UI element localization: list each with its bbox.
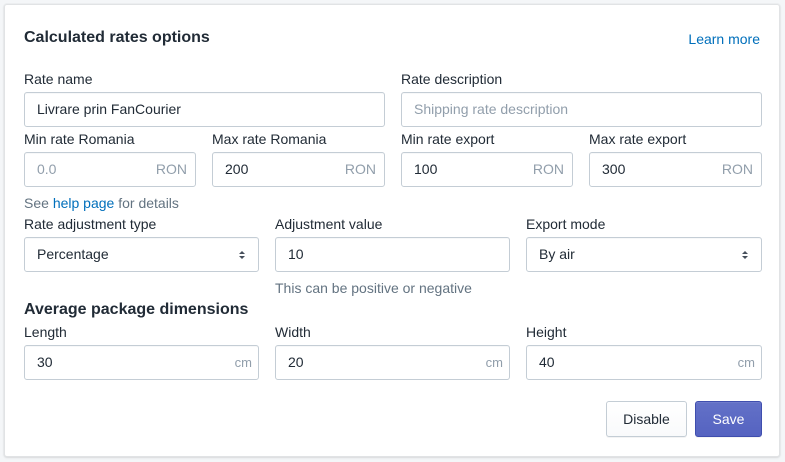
rate-description-input[interactable]: Shipping rate description [401, 92, 762, 127]
height-value: 40 [539, 354, 555, 370]
adjustment-value-label: Adjustment value [275, 216, 383, 232]
select-arrows-icon [239, 251, 245, 259]
height-label: Height [526, 324, 567, 340]
max-rate-export-suffix: RON [721, 161, 753, 177]
rate-description-placeholder: Shipping rate description [414, 101, 569, 117]
rate-adjustment-type-value: Percentage [37, 246, 109, 262]
max-rate-romania-value: 200 [225, 161, 249, 177]
rate-description-label: Rate description [401, 71, 503, 87]
width-input[interactable]: 20 cm [275, 345, 510, 380]
min-rate-export-value: 100 [414, 161, 438, 177]
min-rate-romania-label: Min rate Romania [24, 131, 135, 147]
adjustment-value-value: 10 [288, 246, 304, 262]
max-rate-romania-input[interactable]: 200 RON [212, 152, 385, 187]
help-text: See help page for details [24, 195, 179, 211]
help-page-link[interactable]: help page [53, 195, 115, 211]
min-rate-romania-placeholder: 0.0 [37, 161, 57, 177]
dimensions-title: Average package dimensions [24, 301, 249, 318]
calculated-rates-card: Calculated rates options Learn more Rate… [4, 4, 780, 457]
export-mode-value: By air [539, 246, 575, 262]
max-rate-romania-suffix: RON [344, 161, 376, 177]
adjustment-value-input[interactable]: 10 [275, 237, 510, 272]
help-suffix: for details [114, 195, 179, 211]
help-prefix: See [24, 195, 53, 211]
min-rate-export-suffix: RON [532, 161, 564, 177]
disable-button[interactable]: Disable [606, 401, 687, 437]
min-rate-romania-input[interactable]: 0.0 RON [24, 152, 196, 187]
length-value: 30 [37, 354, 53, 370]
select-arrows-icon [742, 251, 748, 259]
max-rate-romania-label: Max rate Romania [212, 131, 327, 147]
export-mode-label: Export mode [526, 216, 606, 232]
export-mode-select[interactable]: By air [526, 237, 762, 272]
min-rate-romania-suffix: RON [155, 161, 187, 177]
rate-name-label: Rate name [24, 71, 93, 87]
length-suffix: cm [234, 355, 252, 370]
max-rate-export-input[interactable]: 300 RON [589, 152, 762, 187]
height-suffix: cm [737, 355, 755, 370]
rate-adjustment-type-label: Rate adjustment type [24, 216, 157, 232]
max-rate-export-label: Max rate export [589, 131, 687, 147]
width-suffix: cm [485, 355, 503, 370]
width-value: 20 [288, 354, 304, 370]
min-rate-export-label: Min rate export [401, 131, 495, 147]
height-input[interactable]: 40 cm [526, 345, 762, 380]
length-label: Length [24, 324, 67, 340]
rate-name-input[interactable]: Livrare prin FanCourier [24, 92, 385, 127]
rate-adjustment-type-select[interactable]: Percentage [24, 237, 259, 272]
rate-name-value: Livrare prin FanCourier [37, 101, 181, 117]
min-rate-export-input[interactable]: 100 RON [401, 152, 573, 187]
card-title: Calculated rates options [24, 29, 210, 46]
adjustment-value-help: This can be positive or negative [275, 280, 472, 296]
save-button[interactable]: Save [695, 401, 762, 437]
card-header: Calculated rates options Learn more [24, 29, 760, 51]
width-label: Width [275, 324, 311, 340]
learn-more-link[interactable]: Learn more [688, 31, 760, 47]
max-rate-export-value: 300 [602, 161, 626, 177]
length-input[interactable]: 30 cm [24, 345, 259, 380]
